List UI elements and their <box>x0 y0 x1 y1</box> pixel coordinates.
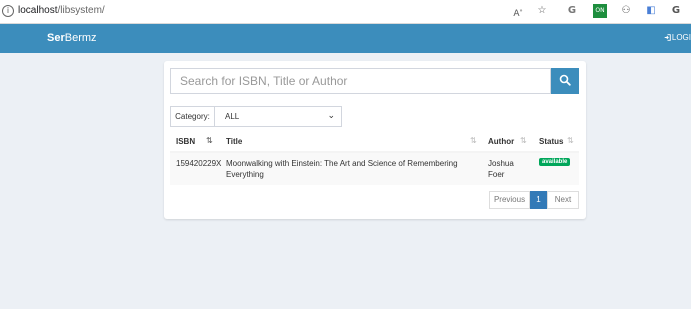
book-search-panel: Category: ALL ⌄ ISBN ⇅ Title ⇅ Author ⇅ … <box>164 61 586 219</box>
sort-asc-icon[interactable]: ⇅ <box>206 136 213 145</box>
star-icon[interactable]: ☆ <box>535 4 549 18</box>
url-path: /libsystem/ <box>57 5 105 16</box>
url-host: localhost <box>18 5 58 16</box>
column-header-isbn[interactable]: ISBN <box>176 137 195 146</box>
top-navbar: SerBermz LOGI <box>0 24 691 53</box>
column-header-title[interactable]: Title <box>226 137 242 146</box>
column-header-status[interactable]: Status <box>539 137 563 146</box>
category-select[interactable]: ALL ⌄ <box>215 106 342 127</box>
sort-icon[interactable]: ⇅ <box>520 136 527 145</box>
read-aloud-icon[interactable]: A» <box>511 4 525 19</box>
status-badge: available <box>539 158 571 166</box>
brand-logo[interactable]: SerBermz <box>47 32 97 44</box>
site-info-icon[interactable]: i <box>2 5 14 17</box>
search-button[interactable] <box>551 68 579 94</box>
browser-toolbar: i localhost/libsystem/ A» ☆ G ON ⚇ ◧ G <box>0 0 691 24</box>
login-icon <box>664 34 671 41</box>
pagination-next[interactable]: Next <box>547 191 579 209</box>
cell-author: Joshua Foer <box>488 159 514 179</box>
brand-rest-text: Bermz <box>64 32 97 44</box>
login-link[interactable]: LOGI <box>664 33 691 42</box>
cell-isbn: 159420229X <box>176 159 222 168</box>
sort-icon[interactable]: ⇅ <box>567 136 574 145</box>
extension-puzzle-icon[interactable]: ◧ <box>644 4 658 18</box>
pagination-previous[interactable]: Previous <box>489 191 530 209</box>
extension-on-icon[interactable]: ON <box>593 4 607 18</box>
pagination-page-1[interactable]: 1 <box>530 191 547 209</box>
address-bar[interactable]: localhost/libsystem/ <box>18 5 105 16</box>
login-label: LOGI <box>671 33 691 42</box>
category-label: Category: <box>170 106 215 127</box>
chevron-down-icon: ⌄ <box>327 111 335 121</box>
column-header-author[interactable]: Author <box>488 137 514 146</box>
category-selected-value: ALL <box>225 112 240 121</box>
search-icon <box>559 74 571 86</box>
search-input[interactable] <box>170 68 551 94</box>
extension-g-icon[interactable]: G <box>565 4 579 18</box>
cell-title: Moonwalking with Einstein: The Art and S… <box>226 159 458 179</box>
sort-icon[interactable]: ⇅ <box>470 136 477 145</box>
brand-bold-text: Ser <box>47 32 65 44</box>
extension-c-icon[interactable]: G <box>669 4 683 18</box>
extension-profile-icon[interactable]: ⚇ <box>619 4 633 18</box>
